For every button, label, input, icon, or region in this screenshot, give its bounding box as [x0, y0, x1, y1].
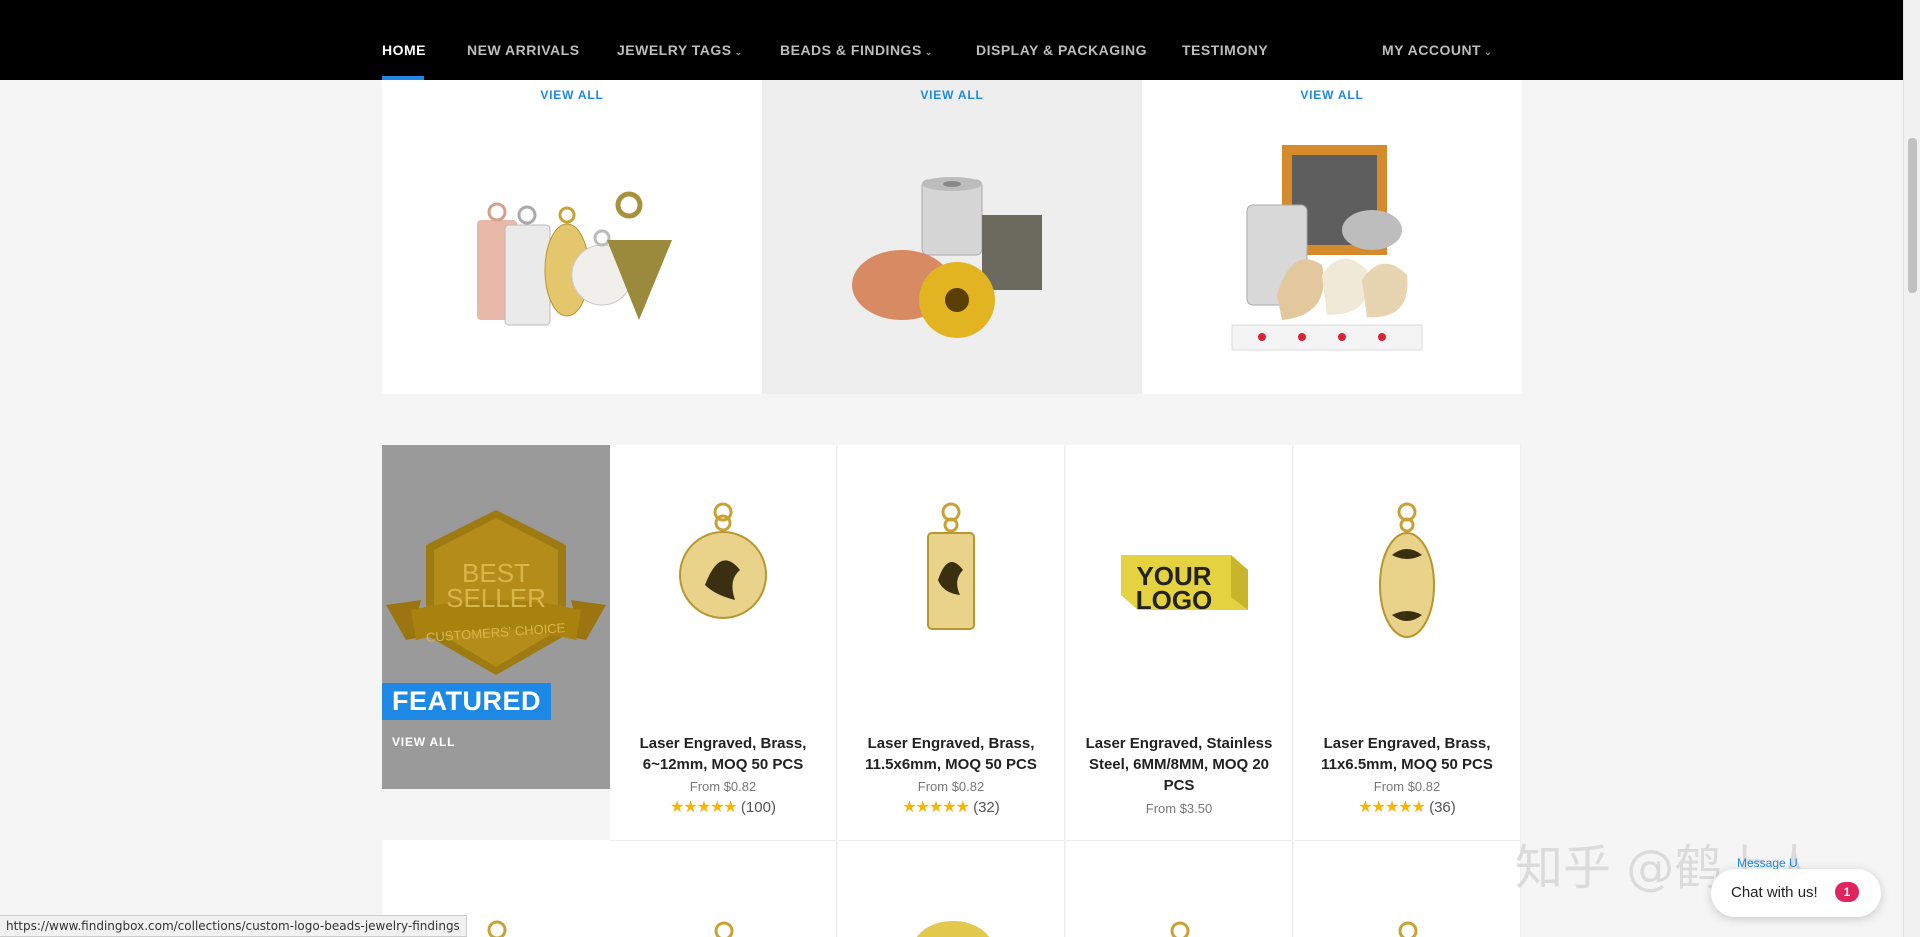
view-all-link[interactable]: VIEW ALL	[762, 88, 1142, 102]
nav-jewelry-tags-label: JEWELRY TAGS	[617, 42, 732, 58]
featured-view-all-link[interactable]: VIEW ALL	[392, 735, 455, 749]
category-beads-findings[interactable]: VIEW ALL	[762, 80, 1142, 394]
product-card[interactable]: YOUR LOGO Laser Engraved, Stainless Stee…	[1066, 445, 1293, 840]
ring-icon	[714, 921, 734, 937]
star-rating-icon: ★★★★★	[1358, 799, 1426, 816]
review-count: (32)	[973, 799, 1000, 816]
product-title[interactable]: Laser Engraved, Stainless Steel, 6MM/8MM…	[1076, 733, 1282, 796]
display-packaging-image	[1231, 145, 1423, 351]
product-card[interactable]	[1066, 840, 1293, 937]
chevron-down-icon: ⌄	[1484, 47, 1493, 57]
product-card[interactable]: Laser Engraved, Brass, 6~12mm, MOQ 50 PC…	[610, 445, 837, 840]
category-display-packaging[interactable]: VIEW ALL	[1142, 80, 1522, 394]
nav-home-label: HOME	[382, 42, 426, 58]
nav-testimony[interactable]: TESTIMONY	[1182, 42, 1268, 58]
product-title[interactable]: Laser Engraved, Brass, 11x6.5mm, MOQ 50 …	[1304, 733, 1510, 775]
top-navigation: HOME NEW ARRIVALS JEWELRY TAGS ⌄ BEADS & …	[0, 0, 1903, 80]
product-rating: ★★★★★ (100)	[610, 797, 836, 817]
ring-icon	[1398, 921, 1418, 937]
nav-jewelry-tags[interactable]: JEWELRY TAGS ⌄	[617, 42, 743, 58]
product-card[interactable]	[838, 840, 1065, 937]
nav-new-arrivals[interactable]: NEW ARRIVALS	[467, 42, 580, 58]
best-seller-badge-icon: BEST SELLER CUSTOMERS' CHOICE	[386, 510, 606, 675]
coin-icon	[916, 921, 990, 937]
message-us-label[interactable]: Message U	[1737, 856, 1798, 870]
page-scrollbar[interactable]	[1903, 0, 1920, 937]
ring-icon	[1170, 921, 1190, 937]
nav-my-account-label: MY ACCOUNT	[1382, 42, 1482, 58]
star-rating-icon: ★★★★★	[902, 799, 970, 816]
product-card[interactable]	[610, 840, 837, 937]
svg-text:LOGO: LOGO	[1136, 585, 1213, 615]
beads-findings-image	[852, 177, 1042, 338]
scrollbar-thumb[interactable]	[1908, 138, 1917, 293]
product-card[interactable]: Laser Engraved, Brass, 11.5x6mm, MOQ 50 …	[838, 445, 1065, 840]
star-rating-icon: ★★★★★	[670, 799, 738, 816]
review-count: (100)	[740, 799, 776, 816]
view-all-link[interactable]: VIEW ALL	[1142, 88, 1522, 102]
product-rating: ★★★★★ (32)	[838, 797, 1064, 817]
chevron-down-icon: ⌄	[734, 47, 743, 57]
product-rating: ★★★★★ (36)	[1294, 797, 1520, 817]
product-price: From $3.50	[1145, 801, 1213, 816]
nav-new-arrivals-label: NEW ARRIVALS	[467, 42, 580, 58]
status-bar-url: https://www.findingbox.com/collections/c…	[0, 915, 467, 937]
round-tag-image	[679, 502, 767, 619]
category-jewelry-tags[interactable]: VIEW ALL VIEW ALL VIEW ALL	[382, 80, 1522, 394]
chat-widget-button[interactable]: Chat with us! 1	[1711, 869, 1881, 917]
product-card[interactable]	[1294, 840, 1521, 937]
product-price: From $0.82	[689, 779, 757, 794]
nav-display-packaging[interactable]: DISPLAY & PACKAGING	[976, 42, 1147, 58]
product-card[interactable]: Laser Engraved, Brass, 11x6.5mm, MOQ 50 …	[1294, 445, 1521, 840]
featured-title: FEATURED	[382, 683, 551, 720]
jewelry-tags-image	[477, 191, 672, 326]
oval-tag-image	[1379, 502, 1435, 638]
view-all-link[interactable]: VIEW ALL	[382, 88, 762, 102]
nav-home[interactable]: HOME	[382, 42, 426, 58]
logo-bead-image: YOUR LOGO	[1121, 555, 1248, 615]
rect-tag-image	[927, 502, 975, 630]
nav-testimony-label: TESTIMONY	[1182, 42, 1269, 58]
nav-beads-findings-label: BEADS & FINDINGS	[780, 42, 922, 58]
featured-collection[interactable]: BEST SELLER CUSTOMERS' CHOICE FEATURED V…	[382, 445, 610, 789]
product-title[interactable]: Laser Engraved, Brass, 11.5x6mm, MOQ 50 …	[848, 733, 1054, 775]
chat-label: Chat with us!	[1731, 884, 1818, 901]
ring-icon	[487, 920, 507, 937]
nav-beads-findings[interactable]: BEADS & FINDINGS ⌄	[780, 42, 933, 58]
nav-display-packaging-label: DISPLAY & PACKAGING	[976, 42, 1148, 58]
product-price: From $0.82	[917, 779, 985, 794]
chevron-down-icon: ⌄	[924, 47, 933, 57]
review-count: (36)	[1429, 799, 1456, 816]
badge-text-seller: SELLER	[446, 583, 546, 613]
product-title[interactable]: Laser Engraved, Brass, 6~12mm, MOQ 50 PC…	[620, 733, 826, 775]
product-price: From $0.82	[1373, 779, 1441, 794]
chat-unread-badge: 1	[1835, 882, 1859, 902]
nav-my-account[interactable]: MY ACCOUNT ⌄	[1382, 42, 1492, 58]
